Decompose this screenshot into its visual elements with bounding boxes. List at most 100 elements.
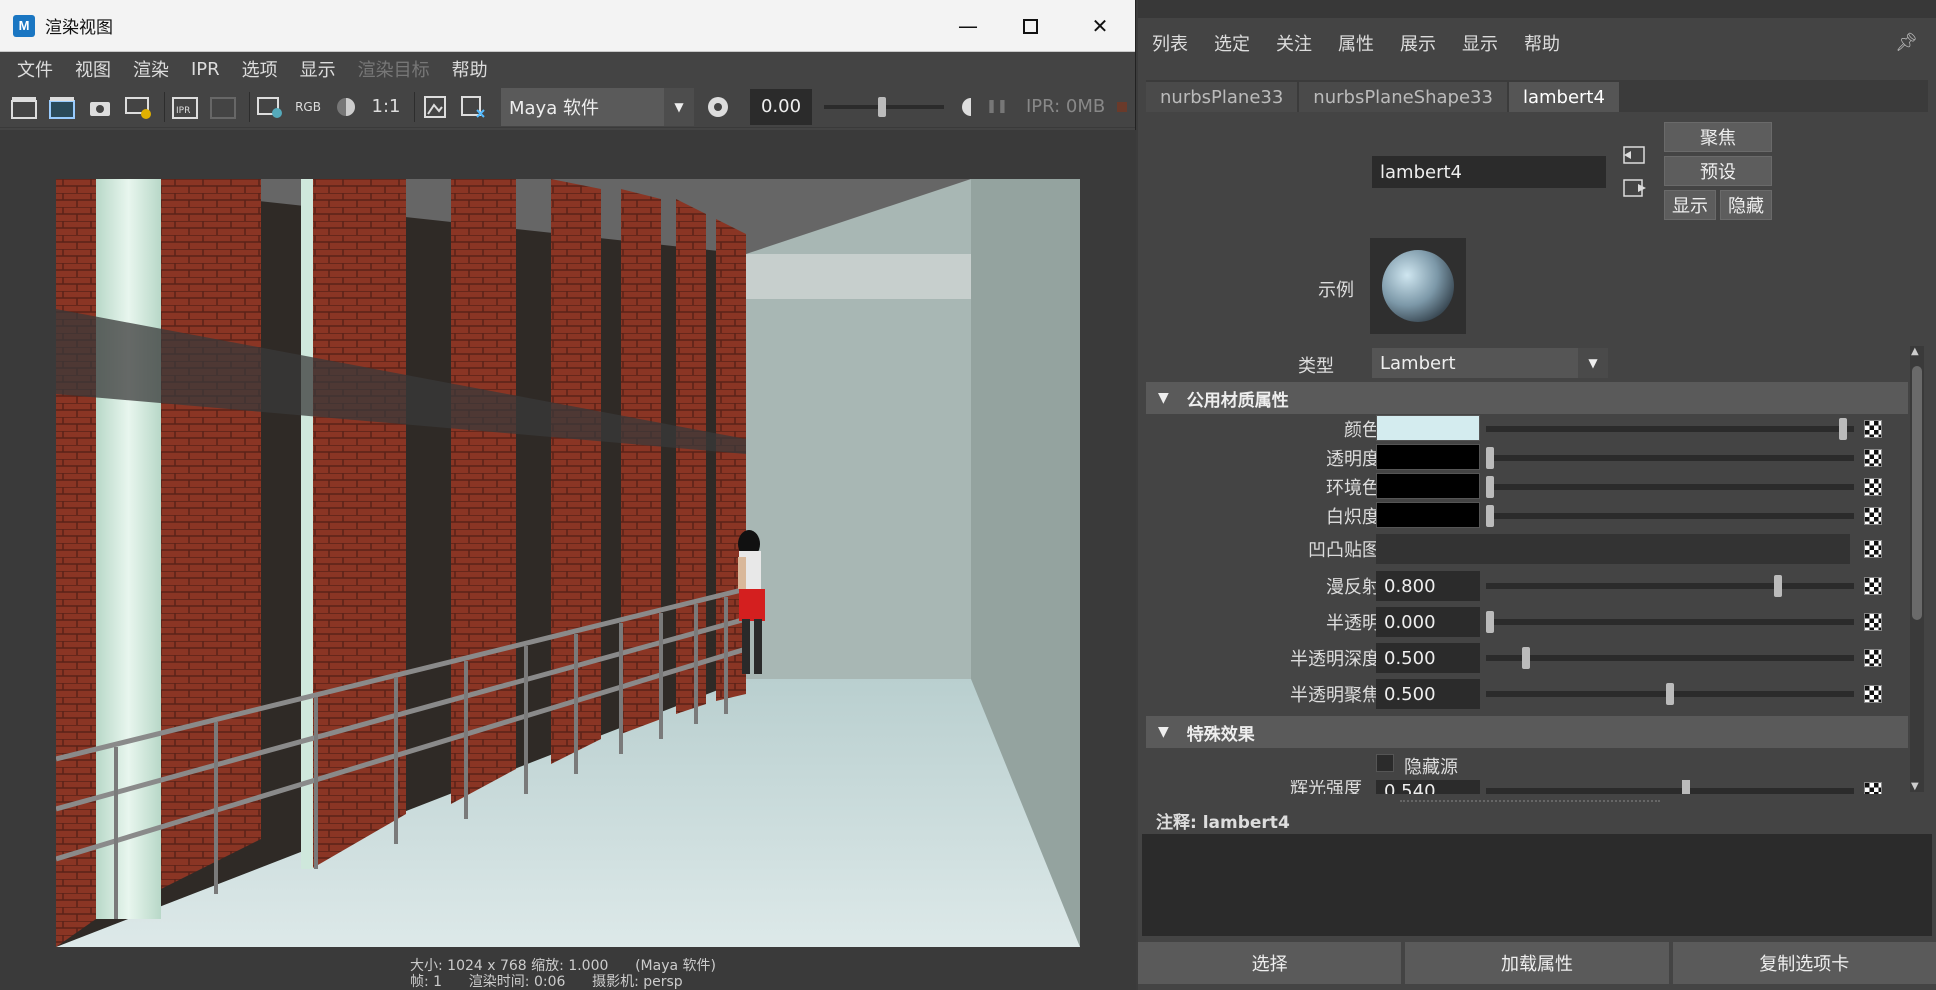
map-button-icon[interactable] xyxy=(1864,577,1882,595)
select-button[interactable]: 选择 xyxy=(1138,942,1402,984)
menu-selected[interactable]: 选定 xyxy=(1214,30,1250,56)
show-button[interactable]: 显示 xyxy=(1664,190,1716,220)
maximize-button[interactable] xyxy=(1002,8,1058,44)
map-button-icon[interactable] xyxy=(1864,782,1882,794)
title-bar[interactable]: M 渲染视图 — ✕ xyxy=(0,0,1135,52)
section-common-material[interactable]: ▼ 公用材质属性 xyxy=(1146,382,1908,414)
minimize-button[interactable]: — xyxy=(940,8,996,44)
menu-display[interactable]: 显示 xyxy=(300,56,336,82)
type-dropdown[interactable]: Lambert ▼ xyxy=(1372,348,1608,378)
ipr-render-icon[interactable]: IPR xyxy=(169,91,201,123)
scroll-up-icon[interactable]: ▲ xyxy=(1911,346,1919,357)
menu-view[interactable]: 视图 xyxy=(75,56,111,82)
load-attributes-button[interactable]: 加载属性 xyxy=(1405,942,1669,984)
attribute-slider[interactable] xyxy=(1486,647,1854,669)
attribute-slider[interactable] xyxy=(1486,575,1854,597)
slider-thumb[interactable] xyxy=(1774,575,1782,597)
menu-help[interactable]: 帮助 xyxy=(1524,30,1560,56)
scrollbar-thumb[interactable] xyxy=(1912,366,1922,620)
menu-show[interactable]: 展示 xyxy=(1400,30,1436,56)
tab-lambert[interactable]: lambert4 xyxy=(1508,82,1619,112)
slider-thumb[interactable] xyxy=(1522,647,1530,669)
hide-source-checkbox[interactable] xyxy=(1376,754,1394,772)
exposure-icon[interactable] xyxy=(702,91,734,123)
redo-render-icon[interactable] xyxy=(8,91,40,123)
menu-render-target[interactable]: 渲染目标 xyxy=(358,56,430,82)
section-special-effects[interactable]: ▼ 特殊效果 xyxy=(1146,716,1908,748)
map-button-icon[interactable] xyxy=(1864,649,1882,667)
attribute-value-field[interactable]: 0.800 xyxy=(1376,571,1480,601)
presets-button[interactable]: 预设 xyxy=(1664,156,1772,186)
map-button-icon[interactable] xyxy=(1864,449,1882,467)
color-swatch[interactable] xyxy=(1376,415,1480,441)
map-button-icon[interactable] xyxy=(1864,420,1882,438)
exposure-field[interactable]: 0.00 xyxy=(750,88,812,125)
refresh-ipr-icon[interactable] xyxy=(207,91,239,123)
focus-button[interactable]: 聚焦 xyxy=(1664,122,1772,152)
slider-thumb[interactable] xyxy=(1486,611,1494,633)
slider-thumb[interactable] xyxy=(1486,447,1494,469)
hide-button[interactable]: 隐藏 xyxy=(1720,190,1772,220)
attribute-slider[interactable] xyxy=(1486,611,1854,633)
scroll-down-icon[interactable]: ▼ xyxy=(1911,781,1919,792)
slider-thumb[interactable] xyxy=(1486,505,1494,527)
render-region-icon[interactable] xyxy=(46,91,78,123)
map-button-icon[interactable] xyxy=(1864,613,1882,631)
menu-focus[interactable]: 关注 xyxy=(1276,30,1312,56)
render-sequence-icon[interactable] xyxy=(122,91,154,123)
menu-options[interactable]: 选项 xyxy=(242,56,278,82)
map-button-icon[interactable] xyxy=(1864,685,1882,703)
rgb-channel-button[interactable]: RGB xyxy=(292,91,324,123)
input-connection-icon[interactable] xyxy=(1622,145,1646,165)
attribute-slider[interactable] xyxy=(1486,505,1854,527)
attribute-slider[interactable] xyxy=(1486,476,1854,498)
menu-attributes[interactable]: 属性 xyxy=(1338,30,1374,56)
tab-nurbs-plane-shape[interactable]: nurbsPlaneShape33 xyxy=(1299,82,1507,112)
output-connection-icon[interactable] xyxy=(1622,178,1646,198)
slider-thumb[interactable] xyxy=(1682,780,1690,794)
attribute-slider[interactable] xyxy=(1486,418,1854,440)
copy-tab-button[interactable]: 复制选项卡 xyxy=(1672,942,1936,984)
keep-image-icon[interactable] xyxy=(419,91,451,123)
color-swatch[interactable] xyxy=(1376,502,1480,528)
renderer-dropdown[interactable]: Maya 软件 ▼ xyxy=(501,87,694,126)
menu-file[interactable]: 文件 xyxy=(17,56,53,82)
attribute-slider[interactable] xyxy=(1486,447,1854,469)
attribute-value-field[interactable]: 0.500 xyxy=(1376,679,1480,709)
snapshot-icon[interactable] xyxy=(84,91,116,123)
gamma-icon[interactable] xyxy=(950,91,982,123)
attribute-slider[interactable] xyxy=(1486,683,1854,705)
tab-nurbs-plane[interactable]: nurbsPlane33 xyxy=(1146,82,1298,112)
map-button-icon[interactable] xyxy=(1864,540,1882,558)
exposure-slider[interactable] xyxy=(824,89,944,125)
slider-thumb[interactable] xyxy=(878,96,886,117)
menu-display[interactable]: 显示 xyxy=(1462,30,1498,56)
slider-thumb[interactable] xyxy=(1666,683,1674,705)
slider-thumb[interactable] xyxy=(1486,476,1494,498)
pin-icon[interactable]: 📌︎ xyxy=(1895,32,1918,53)
menu-help[interactable]: 帮助 xyxy=(452,56,488,82)
pause-ipr-icon[interactable]: ❚❚ xyxy=(986,91,1008,123)
color-swatch[interactable] xyxy=(1376,473,1480,499)
menu-list[interactable]: 列表 xyxy=(1152,30,1188,56)
remove-image-icon[interactable] xyxy=(457,91,489,123)
notes-textarea[interactable] xyxy=(1142,834,1932,936)
bump-map-field[interactable] xyxy=(1376,534,1850,564)
menu-ipr[interactable]: IPR xyxy=(191,59,220,80)
glow-slider[interactable] xyxy=(1486,780,1854,794)
attr-scrollbar[interactable]: ▲ ▼ xyxy=(1910,346,1924,792)
node-name-field[interactable]: lambert4 xyxy=(1372,156,1606,188)
render-viewport[interactable]: 大小: 1024 x 768 缩放: 1.000 (Maya 软件) 帧: 1 … xyxy=(0,130,1136,990)
stop-icon[interactable] xyxy=(1117,101,1128,112)
attribute-value-field[interactable]: 0.500 xyxy=(1376,643,1480,673)
attribute-value-field[interactable]: 0.000 xyxy=(1376,607,1480,637)
material-sample-swatch[interactable] xyxy=(1370,238,1466,334)
map-button-icon[interactable] xyxy=(1864,507,1882,525)
resize-handle[interactable] xyxy=(1400,800,1660,802)
color-swatch[interactable] xyxy=(1376,444,1480,470)
alpha-channel-icon[interactable] xyxy=(330,91,362,123)
real-size-button[interactable]: 1:1 xyxy=(368,91,404,123)
slider-thumb[interactable] xyxy=(1839,418,1847,440)
map-button-icon[interactable] xyxy=(1864,478,1882,496)
menu-render[interactable]: 渲染 xyxy=(133,56,169,82)
